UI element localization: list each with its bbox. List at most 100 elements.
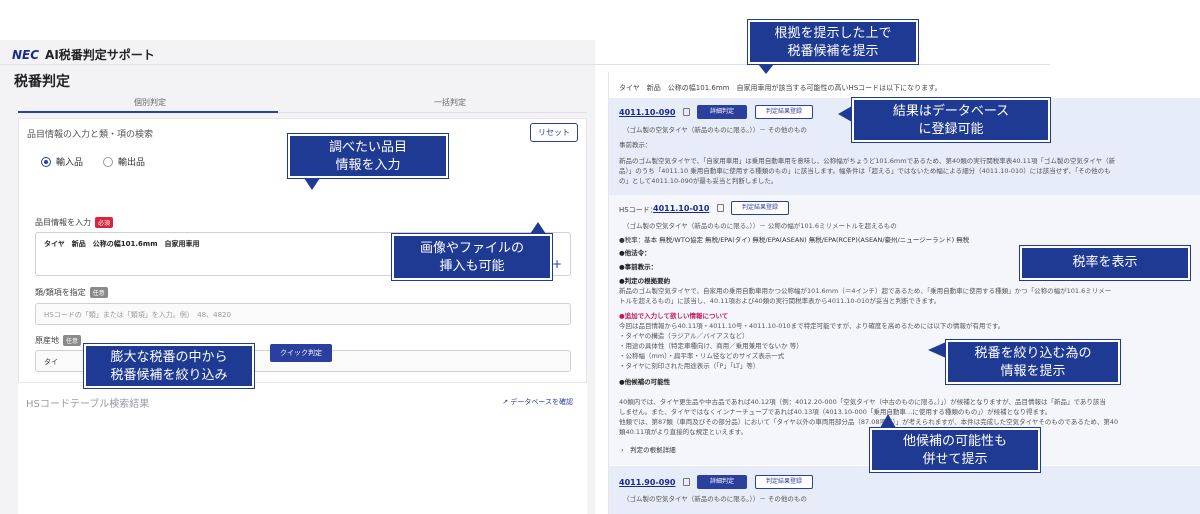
callout-arrow (304, 178, 320, 190)
callout-line: 画像やファイルの (419, 241, 524, 256)
alternatives-heading: ●他候補の可能性 (619, 378, 671, 386)
result-title: HSコードテーブル検索結果 (26, 399, 150, 410)
item-field-label: 品目情報を入力 必須 (35, 217, 114, 228)
attach-plus-icon[interactable]: + (552, 257, 562, 271)
result-3-desc: （ゴム製の空気タイヤ（新品のものに限る。））－ その他のもの (623, 495, 807, 503)
origin-field-label: 原産地 任意 (35, 335, 82, 346)
other-laws-line: ●他法令： (619, 249, 651, 257)
callout-arrow (838, 106, 852, 122)
callout-arrow (928, 342, 946, 358)
callout-input: 調べたい品目 情報を入力 (288, 134, 448, 178)
callout-line: 挿入も可能 (439, 259, 505, 274)
callout-line: 他候補の可能性も (902, 434, 1007, 449)
reset-button[interactable]: リセット (530, 123, 578, 142)
alternatives-line: 他類では、第87類（車両及びその部分品）において「タイヤ以外の車両用部分品（87… (619, 418, 1119, 426)
result-2-block: HSコード： 4011.10-010 判定結果登録 （ゴム製の空気タイヤ（新品の… (609, 195, 1200, 465)
prior-ruling-line: ●事前教示： (619, 263, 658, 271)
callout-evidence: 根拠を提示した上で 税番候補を提示 (748, 20, 918, 64)
result-1-note-line: 品）」のうち「4011.10 乗用自動車に使用する種類のもの」に該当します。幅条… (619, 167, 1111, 175)
section-title: 品目情報の入力と類・項の検索 (27, 130, 154, 140)
radio-import[interactable]: 輸入品 (41, 155, 83, 168)
optional-badge: 任意 (89, 287, 108, 298)
result-1-desc: （ゴム製の空気タイヤ（新品のものに限る。））－ その他のもの (623, 126, 807, 134)
callout-arrow (530, 222, 546, 234)
app-header: NEC AI税番判定サポート (12, 46, 155, 63)
more-details-label: 判定の根拠詳細 (630, 446, 676, 454)
register-result-button[interactable]: 判定結果登録 (731, 201, 789, 215)
callout-line: 税番候補を絞り込み (110, 368, 228, 383)
alternatives-line: しません。また、タイヤではなくインナーチューブであれば40.13項（4013.1… (619, 408, 1052, 416)
callout-line: 税率を表示 (1072, 255, 1138, 270)
db-link-label: データベースを確認 (510, 398, 573, 406)
origin-label-text: 原産地 (35, 336, 59, 345)
quick-judge-button[interactable]: クイック判定 (270, 344, 332, 362)
radio-import-label: 輸入品 (56, 158, 84, 168)
db-link[interactable]: ↗ データベースを確認 (502, 397, 573, 407)
copy-icon[interactable] (717, 204, 724, 212)
reason-line: トルを超えるもの」に該当し、40.11項および40類の実行関税率表から4011.… (619, 297, 941, 305)
result-1-note-line: 新品のゴム製空気タイヤで、「自家用車用」は乗用自動車用を意味し、公称幅がちょうど… (619, 157, 1116, 165)
tab-single-judgment[interactable]: 個別判定 (120, 97, 180, 108)
additional-info-line: ・公称幅（mm）・扁平率・リム径などのサイズ表示一式 (619, 352, 785, 360)
result-3-block: 4011.90-090 詳細判定 判定結果登録 （ゴム製の空気タイヤ（新品のもの… (609, 466, 1200, 514)
required-badge: 必須 (95, 217, 114, 228)
chevron-right-icon: › (621, 446, 631, 454)
result-1-note-line: の」として4011.10-090が最も妥当と判断しました。 (619, 177, 778, 185)
origin-value: タイ (44, 358, 58, 366)
tax-rate-line: ●税率：基本 無税/WTO協定 無税/EPA(タイ) 無税/EPA(ASEAN)… (619, 236, 970, 244)
radio-selected-icon (41, 156, 51, 167)
header-divider (0, 64, 1050, 65)
callout-line: 根拠を提示した上で (774, 26, 892, 41)
register-result-button[interactable]: 判定結果登録 (755, 475, 813, 489)
callout-line: 税番候補を提示 (787, 44, 879, 59)
result-3-code[interactable]: 4011.90-090 (619, 478, 675, 487)
callout-image-upload: 画像やファイルの 挿入も可能 (392, 234, 552, 280)
class-label-text: 類/類項を指定 (35, 288, 86, 297)
callout-arrow (880, 414, 896, 428)
additional-info-line: ・タイヤに刻印された用途表示（「P」「LT」等） (619, 362, 760, 370)
hs-table-result-card: HSコードテーブル検索結果 ↗ データベースを確認 (18, 382, 587, 514)
callout-alternatives: 他候補の可能性も 併せて提示 (870, 428, 1040, 472)
reason-line: 新品のゴム製空気タイヤで、自家用の乗用自動車用かつ公称幅が101.6mm（＝4イ… (619, 287, 1112, 295)
callout-line: 税番を絞り込む為の (974, 346, 1092, 361)
nec-logo: NEC (12, 48, 40, 62)
item-label-text: 品目情報を入力 (35, 218, 91, 227)
callout-line: 情報を提示 (1000, 364, 1066, 379)
callout-line: 情報を入力 (335, 158, 401, 173)
item-info-value: タイヤ 新品 公称の幅101.6mm 自家用車用 (44, 240, 200, 248)
additional-info-heading: ●追加で入力して欲しい情報について (619, 312, 729, 320)
result-1-code[interactable]: 4011.10-090 (619, 108, 675, 117)
callout-tax-rate: 税率を表示 (1020, 246, 1190, 280)
radio-unselected-icon (103, 156, 113, 167)
result-2-code[interactable]: 4011.10-010 (653, 204, 709, 213)
screenshot-stage: NEC AI税番判定サポート 税番判定 個別判定 一括判定 品目情報の入力と類・項… (0, 0, 1200, 514)
class-placeholder: HSコードの「類」または「類項」を入力。例） 48、4820 (44, 311, 231, 319)
callout-line: 調べたい品目 (328, 140, 407, 155)
detail-judgment-button[interactable]: 詳細判定 (697, 105, 747, 119)
callout-db-register: 結果はデータベース に登録可能 (852, 98, 1050, 142)
hs-code-label: HSコード： (619, 206, 657, 214)
more-details-toggle[interactable]: › 判定の根拠詳細 (621, 445, 676, 455)
reason-heading: ●判定の根拠要約 (619, 277, 671, 285)
copy-icon[interactable] (683, 478, 690, 486)
copy-icon[interactable] (683, 108, 690, 116)
additional-info-line: 今回は品目情報から40.11項・4011.10号・4011.10-010まで特定… (619, 322, 1005, 330)
callout-line: 膨大な税番の中から (110, 350, 228, 365)
callout-narrow-down: 膨大な税番の中から 税番候補を絞り込み (84, 344, 254, 388)
additional-info-line: ・用途の具体性（特定車種向け、商用／乗用兼用でないか 等） (619, 342, 803, 350)
page-title: 税番判定 (14, 74, 70, 90)
optional-badge: 任意 (63, 335, 82, 346)
radio-export[interactable]: 輸出品 (103, 155, 145, 168)
callout-line: 結果はデータベース (892, 104, 1010, 119)
callout-arrow (758, 64, 774, 74)
class-input[interactable]: HSコードの「類」または「類項」を入力。例） 48、4820 (35, 303, 571, 325)
alternatives-line: 40類内では、タイヤ更生品や中古品であれば40.12項（例：4012.20-00… (619, 398, 1106, 406)
register-result-button[interactable]: 判定結果登録 (755, 105, 813, 119)
tab-bulk-judgment[interactable]: 一括判定 (420, 97, 480, 108)
callout-line: に登録可能 (918, 122, 984, 137)
callout-narrowing-info: 税番を絞り込む為の 情報を提示 (946, 340, 1120, 384)
result-summary: タイヤ 新品 公称の幅101.6mm 自家用車用が該当する可能性の高いHSコード… (619, 84, 942, 92)
detail-judgment-button[interactable]: 詳細判定 (697, 475, 747, 489)
tab-active-indicator (18, 111, 278, 113)
result-2-desc: （ゴム製の空気タイヤ（新品のものに限る。））－ 公称の幅が101.6ミリメートル… (623, 222, 897, 230)
